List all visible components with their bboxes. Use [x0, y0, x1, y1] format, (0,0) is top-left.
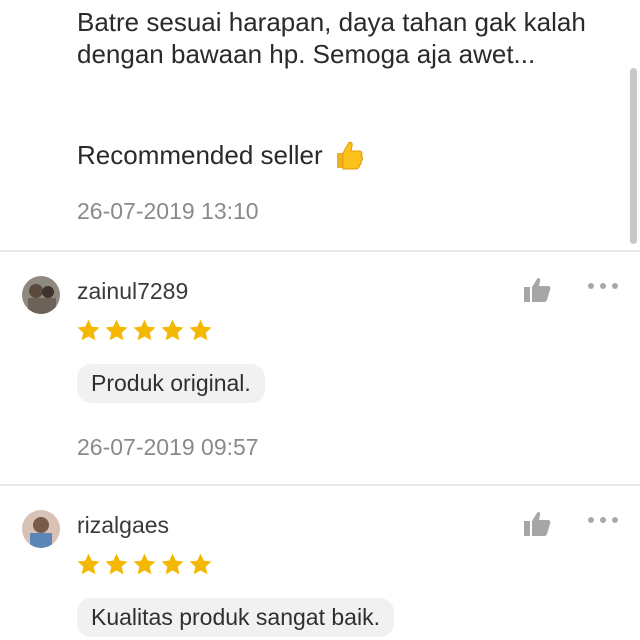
review-card: zainul7289 Produk original. 26-07-2019 0…: [0, 252, 640, 486]
star-icon: [105, 553, 128, 575]
rating-stars: [76, 552, 213, 577]
like-icon[interactable]: [522, 276, 552, 304]
star-icon: [105, 319, 128, 341]
review-text: Batre sesuai harapan, daya tahan gak kal…: [77, 7, 586, 69]
star-icon: [161, 319, 184, 341]
user-avatar-icon[interactable]: [22, 510, 60, 548]
star-icon: [77, 553, 100, 575]
review-card: rizalgaes Kualitas produk sangat baik.: [0, 486, 640, 640]
recommendation-text: Recommended seller: [77, 140, 323, 170]
star-icon: [133, 553, 156, 575]
recommendation-line: Recommended seller: [77, 138, 365, 172]
review-timestamp: 26-07-2019 09:57: [77, 434, 259, 460]
review-tag: Kualitas produk sangat baik.: [77, 598, 394, 637]
thumbs-up-emoji-icon: [336, 141, 363, 170]
star-icon: [189, 319, 212, 341]
review-timestamp: 26-07-2019 13:10: [77, 198, 259, 224]
more-options-icon[interactable]: [588, 514, 622, 526]
rating-stars: [76, 318, 213, 343]
review-username[interactable]: zainul7289: [77, 278, 188, 305]
star-icon: [77, 319, 100, 341]
user-avatar-icon[interactable]: [22, 276, 60, 314]
review-card-top: Batre sesuai harapan, daya tahan gak kal…: [0, 0, 640, 252]
star-icon: [189, 553, 212, 575]
like-icon[interactable]: [522, 510, 552, 538]
star-icon: [133, 319, 156, 341]
star-icon: [161, 553, 184, 575]
review-tag: Produk original.: [77, 364, 265, 403]
more-options-icon[interactable]: [588, 280, 622, 292]
review-username[interactable]: rizalgaes: [77, 512, 169, 539]
